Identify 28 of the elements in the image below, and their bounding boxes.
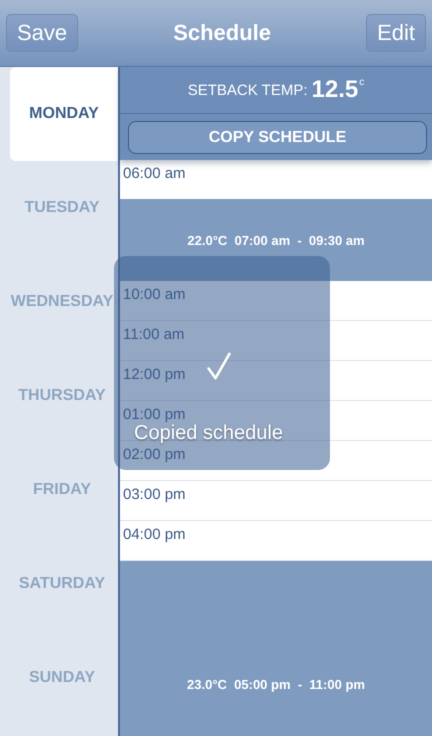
day-tab[interactable]: FRIDAY [0,443,118,537]
checkmark-icon [206,351,232,381]
setback-value: 12.5 [312,76,358,104]
screen-title: Schedule [173,20,272,46]
copy-schedule-button[interactable]: COPY SCHEDULE [128,121,427,154]
temperature-unit: c [359,77,364,88]
block-label: 23.0°C 05:00 pm - 11:00 pm [187,677,365,692]
time-label: 01:00 pm [123,406,186,423]
toast-message: Copied schedule [134,422,283,445]
save-button[interactable]: Save [6,14,78,52]
setback-label: SETBACK TEMP: [188,82,308,98]
time-label: 12:00 pm [123,366,186,383]
schedule-block[interactable]: 23.0°C 05:00 pm - 11:00 pm [120,561,432,736]
time-label: 10:00 am [123,286,186,303]
day-tab[interactable]: MONDAY [10,67,118,161]
edit-button[interactable]: Edit [366,14,426,52]
day-tab[interactable]: SATURDAY [0,537,118,631]
day-tab[interactable]: SUNDAY [0,631,118,725]
block-label: 22.0°C 07:00 am - 09:30 am [187,232,365,248]
day-tab[interactable]: TUESDAY [0,161,118,255]
time-label: 04:00 pm [123,526,186,543]
day-tab[interactable]: THURSDAY [0,349,118,443]
time-label: 02:00 pm [123,446,186,463]
schedule-block[interactable]: 22.0°C 07:00 am - 09:30 am [120,199,432,281]
time-label: 11:00 am [123,326,184,343]
time-label: 03:00 pm [123,486,186,503]
time-label: 06:00 am [123,165,186,182]
day-tab[interactable]: WEDNESDAY [0,255,118,349]
